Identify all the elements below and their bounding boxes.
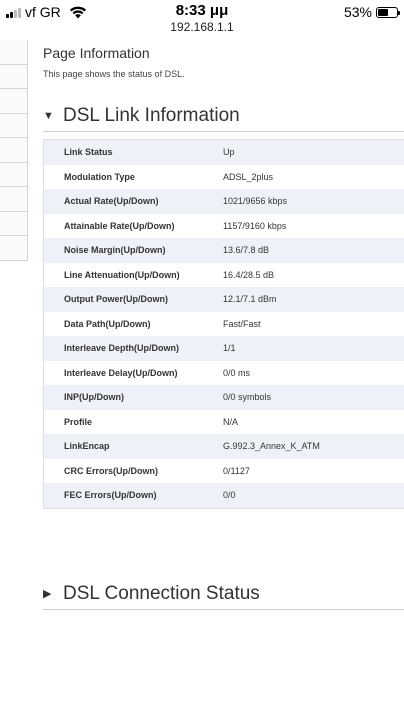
row-label: CRC Errors(Up/Down) bbox=[64, 465, 158, 476]
table-row: Noise Margin(Up/Down) 13.6/7.8 dB bbox=[44, 238, 404, 263]
section-title: DSL Link Information bbox=[63, 104, 240, 126]
row-value: 0/0 symbols bbox=[223, 392, 272, 403]
row-label: Interleave Delay(Up/Down) bbox=[64, 367, 178, 378]
sidebar-item[interactable] bbox=[0, 40, 27, 65]
row-value: 13.6/7.8 dB bbox=[223, 245, 270, 256]
row-label: Attainable Rate(Up/Down) bbox=[64, 220, 175, 231]
sidebar-item[interactable] bbox=[0, 236, 27, 261]
table-row: Actual Rate(Up/Down) 1021/9656 kbps bbox=[44, 189, 404, 214]
row-label: LinkEncap bbox=[64, 441, 110, 452]
table-row: FEC Errors(Up/Down) 0/0 bbox=[44, 483, 404, 508]
sidebar-item[interactable] bbox=[0, 113, 27, 138]
table-row: CRC Errors(Up/Down) 0/1127 bbox=[44, 458, 404, 483]
table-row: Data Path(Up/Down) Fast/Fast bbox=[44, 311, 404, 336]
row-value: 1021/9656 kbps bbox=[223, 196, 288, 207]
row-value: G.992.3_Annex_K_ATM bbox=[223, 441, 320, 452]
section-toggle-link-info[interactable]: ▼ DSL Link Information bbox=[43, 100, 404, 132]
sidebar-item[interactable] bbox=[0, 162, 27, 187]
battery-percent: 53% bbox=[343, 4, 372, 20]
row-label: Line Attenuation(Up/Down) bbox=[64, 269, 180, 280]
section-title: DSL Connection Status bbox=[63, 582, 260, 604]
collapsed-triangle-icon: ▶ bbox=[43, 588, 52, 600]
sidebar-item[interactable] bbox=[0, 64, 27, 89]
table-row: Interleave Delay(Up/Down) 0/0 ms bbox=[44, 360, 404, 385]
table-row: Attainable Rate(Up/Down) 1157/9160 kbps bbox=[44, 213, 404, 238]
dsl-link-table: Link Status Up Modulation Type ADSL_2plus Ac… bbox=[43, 139, 404, 509]
row-label: Modulation Type bbox=[64, 171, 135, 182]
sidebar-item[interactable] bbox=[0, 89, 27, 114]
sidebar-item[interactable] bbox=[0, 211, 27, 236]
row-value: Up bbox=[223, 147, 235, 158]
row-value: 16.4/28.5 dB bbox=[223, 269, 275, 280]
table-row: Line Attenuation(Up/Down) 16.4/28.5 dB bbox=[44, 262, 404, 287]
battery-icon bbox=[376, 6, 400, 18]
table-row: Modulation Type ADSL_2plus bbox=[44, 164, 404, 189]
table-row: LinkEncap G.992.3_Annex_K_ATM bbox=[44, 434, 404, 459]
table-row: Profile N/A bbox=[44, 409, 404, 434]
row-label: Output Power(Up/Down) bbox=[64, 294, 168, 305]
table-row: Link Status Up bbox=[44, 140, 404, 165]
sidebar-menu bbox=[0, 40, 28, 261]
row-label: Data Path(Up/Down) bbox=[64, 318, 151, 329]
row-value: N/A bbox=[223, 416, 239, 427]
battery-fill bbox=[378, 8, 388, 16]
section-toggle-conn-status[interactable]: ▶ DSL Connection Status bbox=[43, 578, 404, 610]
page-title: Page Information bbox=[43, 45, 150, 61]
row-value: 0/0 bbox=[223, 490, 236, 501]
status-right: 53% bbox=[343, 4, 400, 20]
row-label: Link Status bbox=[64, 147, 113, 158]
table-row: INP(Up/Down) 0/0 symbols bbox=[44, 385, 404, 410]
table-row: Interleave Depth(Up/Down) 1/1 bbox=[44, 336, 404, 361]
sidebar-item[interactable] bbox=[0, 138, 27, 163]
expanded-triangle-icon: ▼ bbox=[43, 109, 54, 122]
row-value: ADSL_2plus bbox=[223, 171, 274, 182]
table-row: Output Power(Up/Down) 12.1/7.1 dBm bbox=[44, 287, 404, 312]
row-label: Interleave Depth(Up/Down) bbox=[64, 343, 180, 354]
row-value: 12.1/7.1 dBm bbox=[223, 294, 277, 305]
row-value: 0/0 ms bbox=[223, 367, 251, 378]
row-label: Actual Rate(Up/Down) bbox=[64, 196, 159, 207]
row-value: 1/1 bbox=[223, 343, 236, 354]
row-label: Noise Margin(Up/Down) bbox=[64, 245, 166, 256]
row-value: Fast/Fast bbox=[223, 318, 261, 329]
row-label: FEC Errors(Up/Down) bbox=[64, 490, 157, 501]
address-url[interactable]: 192.168.1.1 bbox=[0, 19, 404, 35]
page-description: This page shows the status of DSL. bbox=[43, 69, 185, 79]
row-value: 1157/9160 kbps bbox=[223, 220, 287, 231]
row-label: INP(Up/Down) bbox=[64, 392, 124, 403]
status-bar: vf GR 8:33 μμ 192.168.1.1 53% bbox=[0, 0, 404, 40]
sidebar-item[interactable] bbox=[0, 187, 27, 212]
row-value: 0/1127 bbox=[223, 465, 250, 476]
row-label: Profile bbox=[64, 416, 93, 427]
page-header: Page Information This page shows the sta… bbox=[43, 44, 404, 80]
